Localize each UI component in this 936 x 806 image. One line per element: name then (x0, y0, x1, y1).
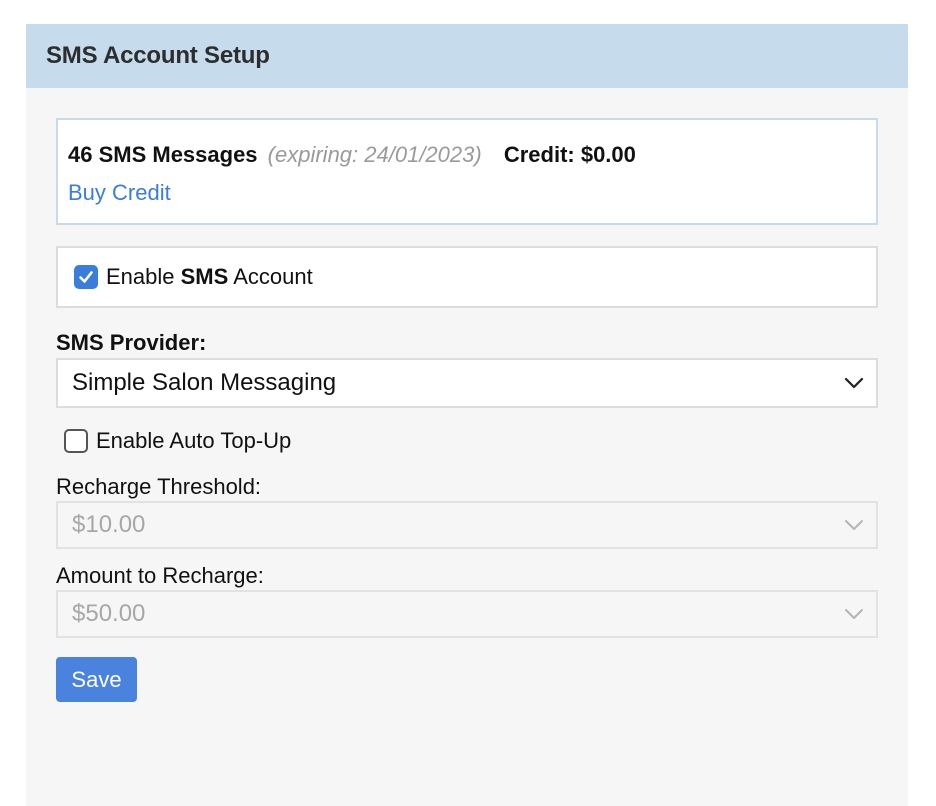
recharge-threshold-value: $10.00 (72, 511, 146, 538)
enable-sms-checkbox[interactable] (74, 265, 98, 289)
sms-message-count: 46 SMS Messages (68, 142, 258, 167)
enable-sms-label: Enable SMS Account (106, 264, 313, 290)
enable-sms-label-prefix: Enable (106, 264, 181, 289)
amount-to-recharge-value: $50.00 (72, 600, 146, 627)
sms-provider-value: Simple Salon Messaging (72, 369, 337, 396)
chevron-down-icon (845, 520, 863, 530)
chevron-down-icon (844, 377, 864, 389)
checkmark-icon (79, 271, 93, 283)
enable-sms-label-suffix: Account (228, 264, 313, 289)
expiry-date: (expiring: 24/01/2023) (267, 142, 482, 167)
chevron-down-icon (845, 609, 863, 619)
auto-topup-checkbox[interactable] (64, 429, 88, 453)
buy-credit-link[interactable]: Buy Credit (68, 180, 171, 206)
credit-summary-box: 46 SMS Messages (expiring: 24/01/2023) C… (56, 118, 878, 225)
sms-provider-select[interactable]: Simple Salon Messaging (56, 358, 878, 408)
panel-title: SMS Account Setup (26, 24, 908, 88)
auto-topup-row: Enable Auto Top-Up (64, 428, 291, 454)
save-button[interactable]: Save (56, 657, 137, 702)
auto-topup-label: Enable Auto Top-Up (96, 428, 292, 453)
recharge-threshold-select[interactable]: $10.00 (56, 501, 878, 549)
amount-to-recharge-select[interactable]: $50.00 (56, 590, 878, 638)
credit-balance: Credit: $0.00 (503, 142, 636, 167)
amount-to-recharge-label: Amount to Recharge: (56, 563, 264, 588)
enable-sms-row: Enable SMS Account (56, 246, 878, 308)
recharge-threshold-label: Recharge Threshold: (56, 474, 262, 499)
sms-provider-label: SMS Provider: (56, 330, 207, 355)
sms-setup-panel: SMS Account Setup 46 SMS Messages (expir… (26, 24, 908, 806)
enable-sms-label-strong: SMS (180, 264, 229, 289)
credit-summary-line: 46 SMS Messages (expiring: 24/01/2023) C… (68, 140, 866, 170)
